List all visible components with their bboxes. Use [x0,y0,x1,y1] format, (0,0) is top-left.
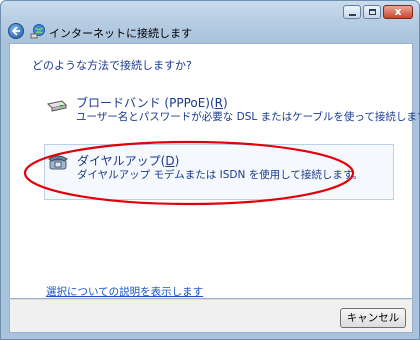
broadband-title-text: ブロードバンド (PPPoE)( [76,96,215,110]
broadband-description: ユーザー名とパスワードが必要な DSL またはケーブルを使って接続します [76,111,420,123]
window-title: インターネットに接続します [49,27,192,40]
dialup-title-end: ) [174,154,180,168]
dialup-telephone-icon [48,155,68,170]
footer-bar: キャンセル [9,299,413,333]
question-heading: どのような方法で接続しますか? [32,59,192,72]
close-icon: x [394,5,402,18]
dialup-description: ダイヤルアップ モデムまたは ISDN を使用して接続します。 [77,169,363,181]
back-button[interactable] [8,23,24,39]
broadband-modem-icon [46,100,68,112]
network-globe-icon [30,24,45,39]
help-link[interactable]: 選択についての説明を表示します [46,284,203,299]
broadband-title-end: ) [223,96,228,110]
window-frame: x インターネットに接続します どのような方法で接続しますか? ブロードバンド … [0,0,420,340]
maximize-button[interactable] [363,5,381,19]
minimize-button[interactable] [343,5,361,19]
title-bar: x インターネットに接続します [1,1,419,41]
content-area: どのような方法で接続しますか? ブロードバンド (PPPoE)(R) ユーザー名… [9,43,420,299]
broadband-accel-key: R [214,96,224,110]
close-button[interactable]: x [383,5,413,19]
cancel-button[interactable]: キャンセル [340,308,406,328]
caption-buttons: x [343,5,413,19]
dialup-option[interactable]: ダイヤルアップ(D) ダイヤルアップ モデムまたは ISDN を使用して接続しま… [44,144,394,200]
maximize-icon [369,9,376,15]
dialup-accel-key: D [165,154,175,168]
back-arrow-icon [11,26,20,36]
dialup-title-text: ダイヤルアップ( [77,154,166,168]
minimize-icon [349,14,356,16]
